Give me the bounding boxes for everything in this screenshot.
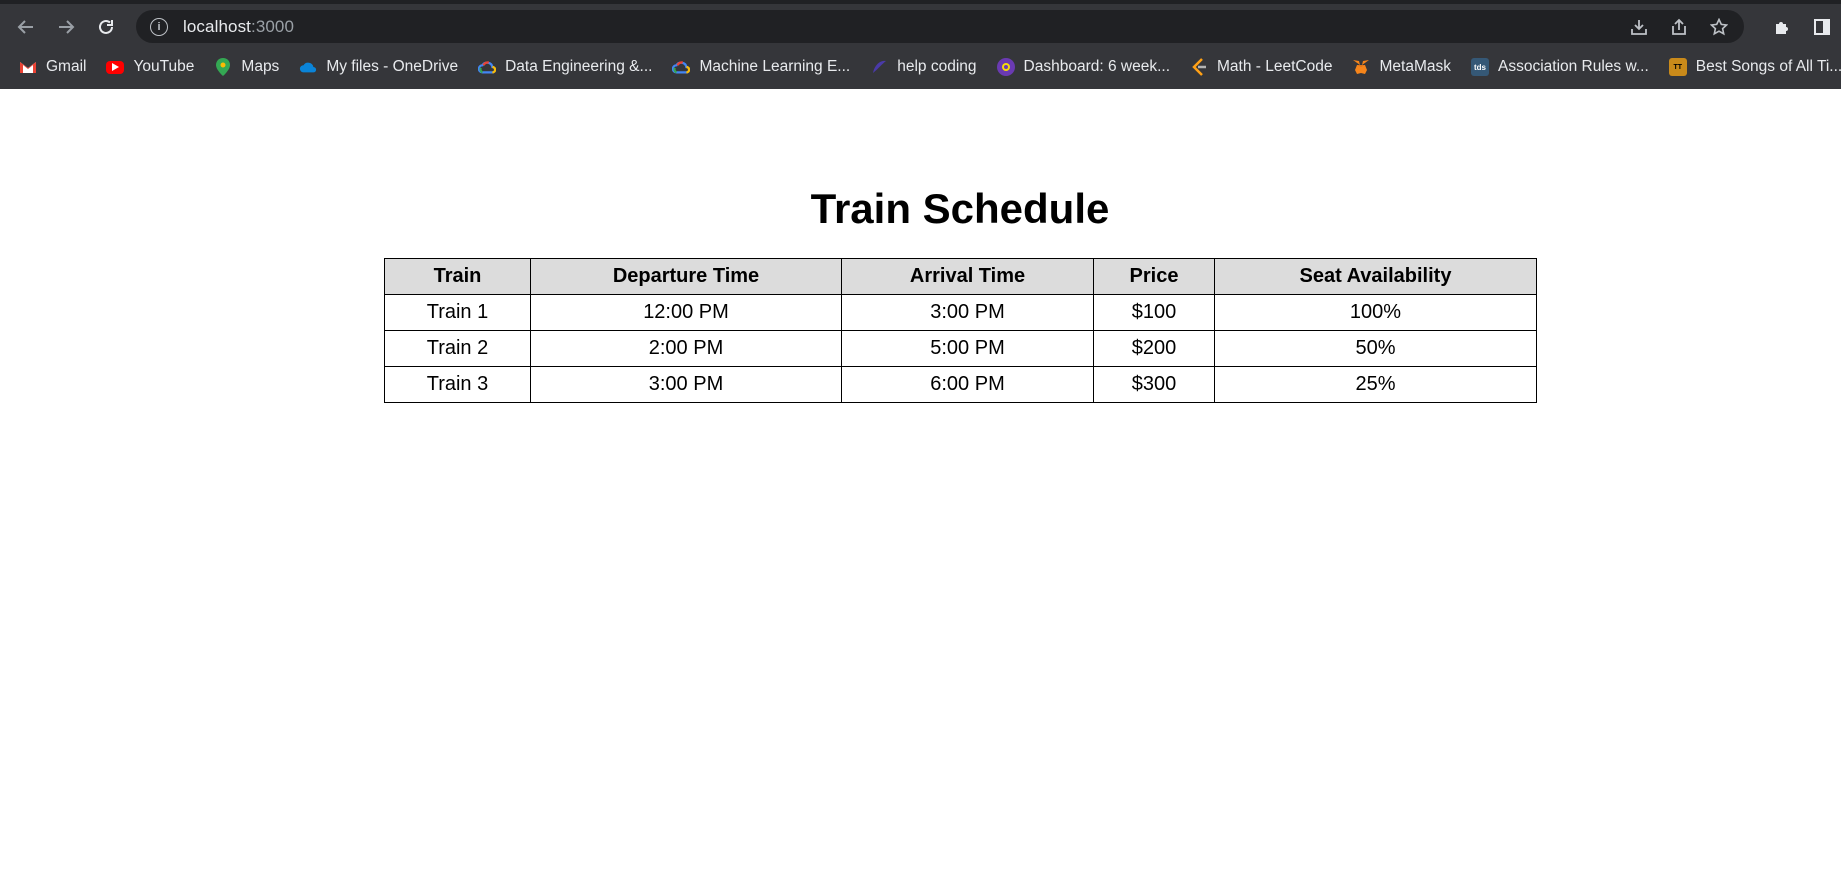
browser-chrome: i localhost:3000 Gmail YouTube Maps My f…: [0, 0, 1841, 89]
cell-train: Train 3: [384, 366, 531, 403]
side-panel-icon[interactable]: [1811, 16, 1833, 38]
maps-icon: [214, 58, 232, 76]
youtube-icon: [106, 60, 125, 74]
share-icon[interactable]: [1668, 16, 1690, 38]
bookmark-label: Math - LeetCode: [1217, 58, 1333, 75]
tds-icon: tds: [1470, 58, 1489, 76]
page-title: Train Schedule: [810, 185, 1110, 232]
column-header-train: Train: [384, 258, 531, 295]
bookmark-label: YouTube: [133, 58, 195, 75]
arrow-right-icon: [59, 19, 75, 34]
bookmark-label: Best Songs of All Ti...: [1695, 58, 1841, 75]
extensions-icon[interactable]: [1771, 16, 1793, 38]
bookmark-gmail[interactable]: Gmail: [19, 53, 86, 81]
google-cloud-icon: [672, 58, 691, 76]
help-coding-icon: [870, 58, 888, 76]
site-info-icon[interactable]: i: [150, 17, 168, 36]
bookmark-best-songs[interactable]: TT Best Songs of All Ti...: [1668, 53, 1841, 81]
cell-seat-availability: 100%: [1214, 294, 1537, 331]
bookmark-data-engineering[interactable]: Data Engineering &...: [478, 53, 652, 81]
bookmark-association-rules[interactable]: tds Association Rules w...: [1470, 53, 1649, 81]
cell-price: $300: [1093, 366, 1215, 403]
bookmark-youtube[interactable]: YouTube: [106, 53, 194, 81]
browser-toolbar: i localhost:3000: [0, 4, 1841, 49]
url-text[interactable]: localhost:3000: [183, 17, 294, 37]
table-header-row: Train Departure Time Arrival Time Price …: [384, 258, 1537, 295]
address-bar[interactable]: i localhost:3000: [136, 10, 1744, 43]
table-row: Train 1 12:00 PM 3:00 PM $100 100%: [384, 294, 1537, 331]
onedrive-icon: [299, 58, 317, 76]
cell-seat-availability: 25%: [1214, 366, 1537, 403]
cell-train: Train 1: [384, 294, 531, 331]
arrow-left-icon: [17, 19, 33, 34]
top-tens-icon: TT: [1668, 58, 1687, 76]
bookmark-metamask[interactable]: MetaMask: [1352, 53, 1451, 81]
bookmark-leetcode[interactable]: Math - LeetCode: [1190, 53, 1332, 81]
cell-price: $200: [1093, 330, 1215, 367]
bookmark-star-icon[interactable]: [1708, 16, 1730, 38]
column-header-departure-time: Departure Time: [530, 258, 842, 295]
bookmark-maps[interactable]: Maps: [214, 53, 279, 81]
cell-seat-availability: 50%: [1214, 330, 1537, 367]
google-cloud-icon: [478, 58, 497, 76]
cell-departure-time: 2:00 PM: [530, 330, 842, 367]
page-content: Train Schedule Train Departure Time Arri…: [0, 89, 1841, 889]
column-header-price: Price: [1093, 258, 1215, 295]
bookmarks-bar: Gmail YouTube Maps My files - OneDrive D…: [0, 49, 1841, 85]
column-header-seat-availability: Seat Availability: [1214, 258, 1537, 295]
cell-departure-time: 12:00 PM: [530, 294, 842, 331]
bookmark-label: Association Rules w...: [1497, 58, 1649, 75]
url-port: :3000: [251, 16, 295, 36]
bookmark-machine-learning[interactable]: Machine Learning E...: [672, 53, 850, 81]
bookmark-label: Machine Learning E...: [699, 58, 851, 75]
omnibox-actions: [1628, 10, 1730, 43]
bookmark-label: My files - OneDrive: [326, 58, 459, 75]
bookmark-onedrive[interactable]: My files - OneDrive: [299, 53, 458, 81]
column-header-arrival-time: Arrival Time: [841, 258, 1094, 295]
metamask-icon: [1352, 58, 1370, 76]
bookmark-label: MetaMask: [1379, 58, 1451, 75]
cell-price: $100: [1093, 294, 1215, 331]
table-row: Train 3 3:00 PM 6:00 PM $300 25%: [384, 366, 1537, 403]
cell-arrival-time: 5:00 PM: [841, 330, 1094, 367]
gmail-icon: [19, 58, 37, 76]
bookmark-help-coding[interactable]: help coding: [870, 53, 977, 81]
cell-train: Train 2: [384, 330, 531, 367]
leetcode-icon: [1190, 58, 1208, 76]
cell-departure-time: 3:00 PM: [530, 366, 842, 403]
table-row: Train 2 2:00 PM 5:00 PM $200 50%: [384, 330, 1537, 367]
bookmark-label: Maps: [241, 58, 280, 75]
reload-icon: [99, 19, 113, 34]
dashboard-icon: [996, 58, 1015, 76]
cell-arrival-time: 3:00 PM: [841, 294, 1094, 331]
cell-arrival-time: 6:00 PM: [841, 366, 1094, 403]
bookmark-label: Gmail: [46, 58, 87, 75]
bookmark-label: Data Engineering &...: [505, 58, 653, 75]
reload-button[interactable]: [92, 13, 120, 41]
train-schedule-table: Train Departure Time Arrival Time Price …: [384, 258, 1537, 403]
toolbar-right-actions: [1771, 10, 1833, 43]
back-button[interactable]: [12, 13, 40, 41]
install-app-icon[interactable]: [1628, 16, 1650, 38]
bookmark-label: help coding: [897, 58, 977, 75]
bookmark-label: Dashboard: 6 week...: [1023, 58, 1171, 75]
url-host: localhost: [183, 16, 251, 36]
bookmark-dashboard[interactable]: Dashboard: 6 week...: [996, 53, 1171, 81]
forward-button[interactable]: [52, 13, 80, 41]
